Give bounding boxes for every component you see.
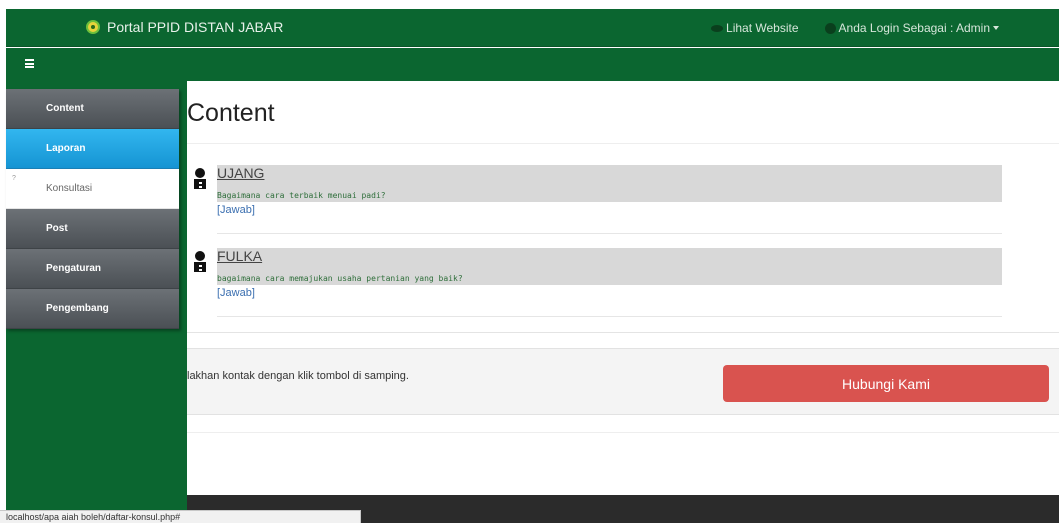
eye-icon: [711, 24, 724, 32]
list-item: UJANG Bagaimana cara terbaik menuai padi…: [193, 165, 1002, 235]
question-text: Bagaimana cara terbaik menuai padi?: [217, 191, 386, 200]
contact-text: lakhan kontak dengan klik tombol di samp…: [187, 370, 409, 382]
answer-link[interactable]: [Jawab]: [217, 287, 255, 299]
submenu-marker: ?: [12, 175, 16, 182]
sender-name[interactable]: FULKA: [217, 248, 262, 264]
view-website-label: Lihat Website: [726, 21, 799, 35]
logo-icon: [86, 20, 100, 34]
navbar-right: Lihat Website Anda Login Sebagai : Admin: [685, 21, 999, 35]
person-icon: [194, 251, 206, 272]
divider: [187, 432, 1059, 433]
caret-down-icon: [993, 26, 999, 30]
divider: [217, 233, 1002, 234]
toolbar: [6, 48, 1059, 81]
sidebar-item-label: Pengaturan: [46, 263, 102, 274]
menu-toggle-button[interactable]: [25, 59, 34, 68]
answer-link[interactable]: [Jawab]: [217, 204, 255, 216]
contact-section: lakhan kontak dengan klik tombol di samp…: [187, 348, 1059, 415]
sidebar-item-label: Laporan: [46, 143, 86, 154]
sidebar-item-content[interactable]: Content: [6, 89, 179, 129]
person-icon: [194, 168, 206, 189]
sidebar-item-label: Post: [46, 223, 68, 234]
page-title: Content: [187, 99, 275, 127]
sidebar-item-label: Konsultasi: [46, 183, 93, 194]
view-website-link[interactable]: Lihat Website: [711, 21, 799, 35]
page: Portal PPID DISTAN JABAR Lihat Website A…: [0, 0, 1059, 523]
sidebar-item-post[interactable]: Post: [6, 209, 179, 249]
user-dropdown-label: Anda Login Sebagai : Admin: [838, 21, 990, 35]
sender-name[interactable]: UJANG: [217, 165, 264, 181]
sidebar-item-pengembang[interactable]: Pengembang: [6, 289, 179, 329]
browser-status-bar: localhost/apa aiah boleh/daftar-konsul.p…: [0, 510, 361, 523]
divider: [187, 332, 1059, 333]
brand-title: Portal PPID DISTAN JABAR: [107, 19, 284, 35]
main-content: Content UJANG Bagaimana cara terbaik men…: [187, 81, 1059, 495]
sidebar-item-pengaturan[interactable]: Pengaturan: [6, 249, 179, 289]
sidebar: Content Laporan ? Konsultasi Post Pengat…: [6, 81, 187, 523]
divider: [187, 143, 1059, 144]
brand[interactable]: Portal PPID DISTAN JABAR: [86, 19, 283, 35]
sidebar-item-label: Pengembang: [46, 303, 109, 314]
list-item: FULKA bagaimana cara memajukan usaha per…: [193, 248, 1002, 318]
hamburger-icon: [25, 59, 34, 61]
contact-us-button[interactable]: Hubungi Kami: [723, 365, 1049, 402]
user-dropdown[interactable]: Anda Login Sebagai : Admin: [824, 21, 999, 35]
top-navbar: Portal PPID DISTAN JABAR Lihat Website A…: [6, 9, 1059, 47]
sidebar-item-laporan[interactable]: Laporan: [6, 129, 179, 169]
sidebar-menu: Content Laporan ? Konsultasi Post Pengat…: [6, 89, 179, 329]
question-text: bagaimana cara memajukan usaha pertanian…: [217, 274, 463, 283]
user-icon: [824, 22, 836, 34]
sidebar-item-label: Content: [46, 103, 84, 114]
sidebar-item-konsultasi[interactable]: ? Konsultasi: [6, 169, 179, 209]
divider: [217, 316, 1002, 317]
